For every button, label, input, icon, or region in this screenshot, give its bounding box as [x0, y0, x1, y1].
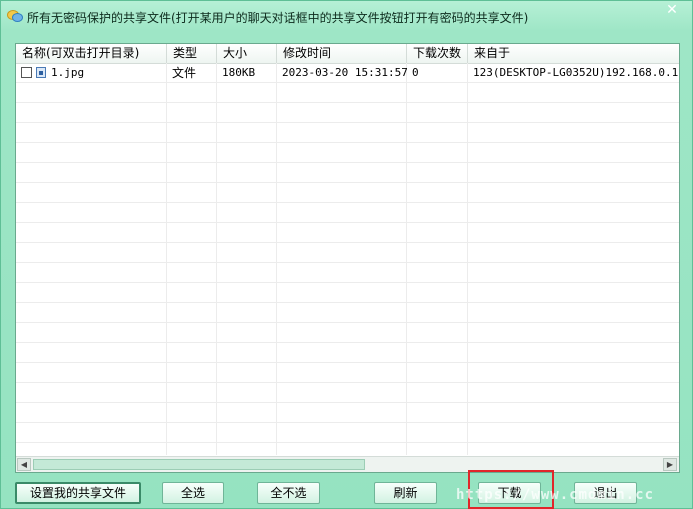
scroll-thumb[interactable] [33, 459, 365, 470]
title-bar[interactable]: 所有无密码保护的共享文件(打开某用户的聊天对话框中的共享文件按钮打开有密码的共享… [1, 1, 692, 31]
empty-row [16, 83, 679, 103]
file-modified: 2023-03-20 15:31:57 [282, 66, 407, 79]
empty-row [16, 123, 679, 143]
empty-row [16, 403, 679, 423]
select-all-button[interactable]: 全选 [162, 482, 224, 504]
column-header-modified[interactable]: 修改时间 [277, 44, 407, 63]
column-header-name[interactable]: 名称(可双击打开目录) [16, 44, 167, 63]
file-downloads: 0 [412, 66, 419, 79]
empty-row [16, 263, 679, 283]
scroll-right-icon[interactable]: ▶ [663, 458, 677, 471]
horizontal-scrollbar[interactable]: ◀ ▶ [16, 456, 679, 472]
app-icon [7, 10, 23, 22]
empty-row [16, 323, 679, 343]
column-header-from[interactable]: 来自于 [468, 44, 679, 63]
file-name: 1.jpg [51, 66, 85, 79]
shared-files-table: 名称(可双击打开目录) 类型 大小 修改时间 下载次数 来自于 1.jpg 文件… [15, 43, 680, 473]
empty-row [16, 203, 679, 223]
window-title: 所有无密码保护的共享文件(打开某用户的聊天对话框中的共享文件按钮打开有密码的共享… [27, 11, 529, 25]
file-from: 123(DESKTOP-LG0352U)192.168.0.115(1 [473, 66, 679, 79]
empty-row [16, 283, 679, 303]
empty-row [16, 343, 679, 363]
empty-row [16, 103, 679, 123]
refresh-button[interactable]: 刷新 [374, 482, 437, 504]
select-none-button[interactable]: 全不选 [257, 482, 320, 504]
set-my-share-button[interactable]: 设置我的共享文件 [15, 482, 141, 504]
empty-row [16, 163, 679, 183]
file-size: 180KB [222, 66, 256, 79]
scroll-left-icon[interactable]: ◀ [17, 458, 31, 471]
watermark: https://www.cmdmin.cc [456, 487, 655, 503]
table-row[interactable]: 1.jpg 文件 180KB 2023-03-20 15:31:57 0 123… [16, 63, 679, 83]
empty-row [16, 423, 679, 443]
image-file-icon [36, 67, 46, 78]
empty-row [16, 243, 679, 263]
file-type: 文件 [172, 66, 197, 80]
column-header-size[interactable]: 大小 [217, 44, 277, 63]
empty-row [16, 383, 679, 403]
empty-row [16, 363, 679, 383]
empty-row [16, 143, 679, 163]
row-checkbox[interactable] [21, 67, 32, 78]
empty-row [16, 183, 679, 203]
shared-files-window: 所有无密码保护的共享文件(打开某用户的聊天对话框中的共享文件按钮打开有密码的共享… [0, 0, 693, 509]
column-header-type[interactable]: 类型 [167, 44, 217, 63]
empty-row [16, 223, 679, 243]
column-header-downloads[interactable]: 下载次数 [407, 44, 468, 63]
empty-row [16, 303, 679, 323]
close-icon[interactable]: ✕ [655, 2, 689, 19]
table-header: 名称(可双击打开目录) 类型 大小 修改时间 下载次数 来自于 [16, 44, 679, 64]
